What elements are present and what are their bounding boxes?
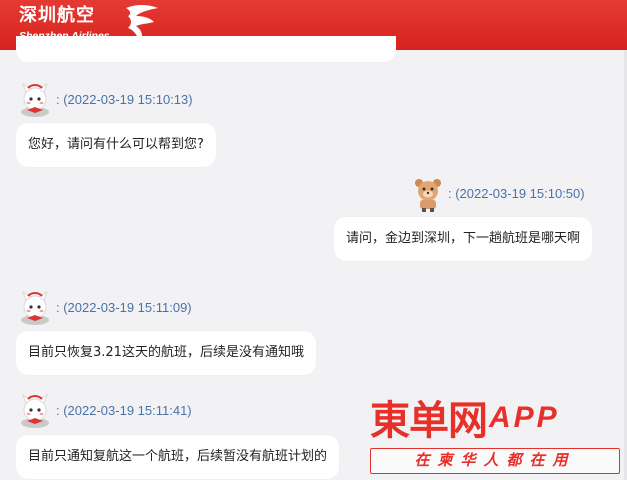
agent-avatar-icon bbox=[21, 393, 49, 428]
watermark-logo: 東单网APP 在柬华人都在用 bbox=[370, 397, 620, 474]
agent-message-bubble: 目前只通知复航这一个航班，后续暂没有航班计划的 bbox=[16, 435, 340, 479]
watermark-main-text: 東单网 bbox=[370, 398, 488, 444]
previous-message-bubble bbox=[16, 36, 396, 62]
watermark-app-text: APP bbox=[489, 401, 560, 434]
agent-message-bubble: 您好，请问有什么可以帮到您? bbox=[16, 123, 216, 167]
user-avatar-icon bbox=[415, 179, 441, 212]
logo-chinese-text: 深圳航空 bbox=[19, 5, 95, 26]
agent-avatar-icon bbox=[21, 82, 49, 117]
message-timestamp: : (2022-03-19 15:10:13) bbox=[56, 92, 193, 107]
message-timestamp: : (2022-03-19 15:11:41) bbox=[56, 403, 192, 418]
user-message-bubble: 请问，金边到深圳，下一趟航班是哪天啊 bbox=[334, 217, 593, 261]
message-timestamp: : (2022-03-19 15:10:50) bbox=[448, 186, 585, 201]
agent-avatar-icon bbox=[21, 290, 49, 325]
agent-message-bubble: 目前只恢复3.21这天的航班，后续是没有通知哦 bbox=[16, 331, 316, 375]
watermark-slogan: 在柬华人都在用 bbox=[370, 448, 620, 474]
message-timestamp: : (2022-03-19 15:11:09) bbox=[56, 300, 192, 315]
